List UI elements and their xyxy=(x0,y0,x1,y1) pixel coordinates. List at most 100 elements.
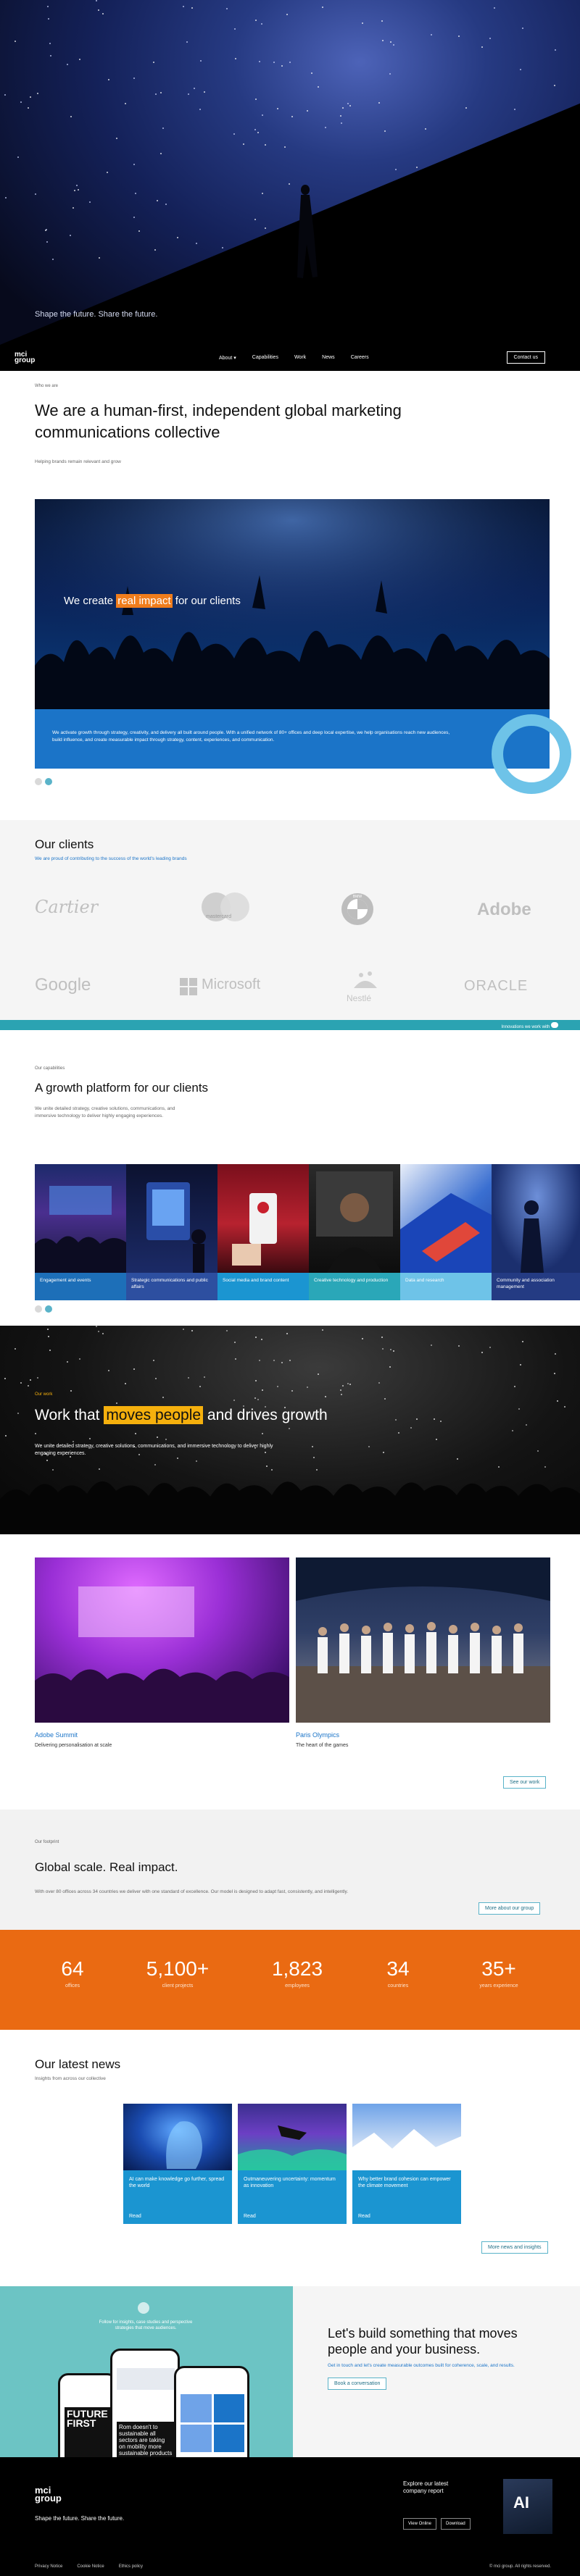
sparkle xyxy=(254,1380,257,1382)
nav-link-news[interactable]: News xyxy=(322,355,335,361)
sparkle xyxy=(102,1333,104,1334)
capability-tile-data[interactable]: Data and research xyxy=(400,1164,492,1300)
company-report-cover[interactable]: AI xyxy=(503,2479,552,2534)
nest-icon xyxy=(354,971,377,988)
cookie-notice-link[interactable]: Cookie Notice xyxy=(77,2564,104,2569)
read-link[interactable]: Read xyxy=(129,2213,141,2220)
climate-landscape-image xyxy=(352,2104,461,2170)
sparkle xyxy=(289,1427,291,1429)
book-conversation-button[interactable]: Book a conversation xyxy=(328,2378,387,2390)
privacy-notice-link[interactable]: Privacy Notice xyxy=(35,2564,62,2569)
report-line1: Explore our latest xyxy=(403,2480,449,2487)
phone-mockup-left: FUTURE FIRST xyxy=(58,2373,117,2457)
conference-audience xyxy=(35,1586,289,1723)
communications-image xyxy=(126,1164,218,1273)
sparkle xyxy=(321,1329,323,1331)
google-logo: Google xyxy=(35,975,91,995)
sparkle xyxy=(458,1345,460,1347)
carousel-dot-2[interactable] xyxy=(45,1305,52,1313)
nestle-label: Nestlé xyxy=(347,993,372,1003)
decorative-arc xyxy=(492,714,571,794)
nav-link-about[interactable]: About ▾ xyxy=(219,355,236,361)
scale-label: Our footprint xyxy=(35,1840,59,1844)
capability-tile-community[interactable]: Community and association management xyxy=(492,1164,580,1300)
carousel-dot-2[interactable] xyxy=(45,778,52,785)
news-card[interactable]: Outmaneuvering uncertainty: momentum as … xyxy=(238,2104,347,2224)
nav-link-careers[interactable]: Careers xyxy=(351,355,369,361)
more-news-button[interactable]: More news and insights xyxy=(481,2241,548,2254)
news-card-title: Why better brand cohesion can empower th… xyxy=(358,2177,451,2188)
see-our-work-button[interactable]: See our work xyxy=(503,1776,547,1789)
stat-number: 5,100+ xyxy=(146,1957,210,1980)
mci-group-logo[interactable]: mci group xyxy=(14,351,35,364)
sparkle xyxy=(394,1419,397,1421)
impact-heading-post: for our clients xyxy=(172,595,241,607)
drink-cup xyxy=(232,1193,277,1266)
social-content-image xyxy=(218,1164,309,1273)
news-card-title: Outmaneuvering uncertainty: momentum as … xyxy=(244,2177,336,2188)
sparkle xyxy=(554,49,556,51)
sparkle xyxy=(347,1383,349,1385)
screen-speaker xyxy=(146,1182,206,1273)
news-card-title: AI can make knowledge go further, spread… xyxy=(129,2177,225,2188)
case-title[interactable]: Adobe Summit xyxy=(35,1731,78,1739)
report-heading: Explore our latest company report xyxy=(403,2480,448,2495)
sparkle xyxy=(48,1335,50,1337)
sparkle xyxy=(133,216,135,218)
view-online-button[interactable]: View Online xyxy=(403,2518,436,2530)
sparkle xyxy=(440,1420,442,1422)
sparkle xyxy=(4,1435,7,1437)
report-line2: company report xyxy=(403,2488,444,2494)
sparkle xyxy=(258,1359,260,1361)
innovations-link-label: Innovations we work with xyxy=(501,1025,550,1029)
read-link[interactable]: Read xyxy=(358,2213,370,2220)
sparkle xyxy=(78,1358,80,1360)
case-title[interactable]: Paris Olympics xyxy=(296,1731,339,1739)
read-link[interactable]: Read xyxy=(244,2213,256,2220)
stat-label: offices xyxy=(65,1983,80,1989)
sparkle xyxy=(511,1430,513,1432)
sparkle xyxy=(133,164,135,166)
sparkle xyxy=(341,1385,344,1387)
footer-logo[interactable]: mci group xyxy=(35,2485,62,2503)
capability-tile-social[interactable]: Social media and brand content xyxy=(218,1164,309,1300)
capability-label: Community and association management xyxy=(492,1273,580,1300)
sparkle xyxy=(392,43,394,46)
more-about-group-button[interactable]: More about our group xyxy=(478,1902,541,1915)
sparkle xyxy=(340,122,342,124)
sparkle xyxy=(37,1377,39,1379)
sparkle xyxy=(162,1396,164,1398)
sparkle xyxy=(78,188,80,191)
carousel-dot-1[interactable] xyxy=(35,778,42,785)
sparkle xyxy=(182,1329,184,1331)
capability-tile-events[interactable]: Engagement and events xyxy=(35,1164,126,1300)
footer-links: Privacy Notice Cookie Notice Ethics poli… xyxy=(35,2564,143,2569)
work-text: We unite detailed strategy, creative sol… xyxy=(35,1444,273,1456)
news-card[interactable]: Why better brand cohesion can empower th… xyxy=(352,2104,461,2224)
contact-us-button[interactable]: Contact us xyxy=(506,351,545,364)
sparkle xyxy=(394,168,397,170)
ethics-policy-link[interactable]: Ethics policy xyxy=(119,2564,143,2569)
stat-label: years experience xyxy=(479,1983,518,1989)
news-title: Our latest news xyxy=(35,2057,121,2071)
nav-link-work[interactable]: Work xyxy=(294,355,306,361)
carousel-dot-1[interactable] xyxy=(35,1305,42,1313)
stat-years: 35+ years experience xyxy=(459,1957,539,1989)
capability-tile-communications[interactable]: Strategic communications and public affa… xyxy=(126,1164,218,1300)
play-icon[interactable] xyxy=(138,2302,149,2314)
mastercard-logo: mastercard xyxy=(202,892,252,924)
crowd-silhouette xyxy=(0,1481,580,1534)
sparkle xyxy=(17,156,19,159)
nav-link-capabilities[interactable]: Capabilities xyxy=(252,355,278,361)
download-button[interactable]: Download xyxy=(441,2518,471,2530)
adobe-summit-image[interactable] xyxy=(35,1557,289,1723)
hero-person-silhouette xyxy=(297,185,318,278)
paris-olympics-image[interactable] xyxy=(296,1557,550,1723)
sparkle xyxy=(49,42,51,44)
capability-tile-creative-tech[interactable]: Creative technology and production xyxy=(309,1164,400,1300)
news-card[interactable]: AI can make knowledge go further, spread… xyxy=(123,2104,232,2224)
innovations-link[interactable]: Innovations we work with xyxy=(502,1022,558,1029)
adobe-logo: Adobe xyxy=(477,900,531,919)
cta-heading-line1: Let's build something that moves xyxy=(328,2326,518,2341)
phone-grid xyxy=(181,2394,244,2452)
